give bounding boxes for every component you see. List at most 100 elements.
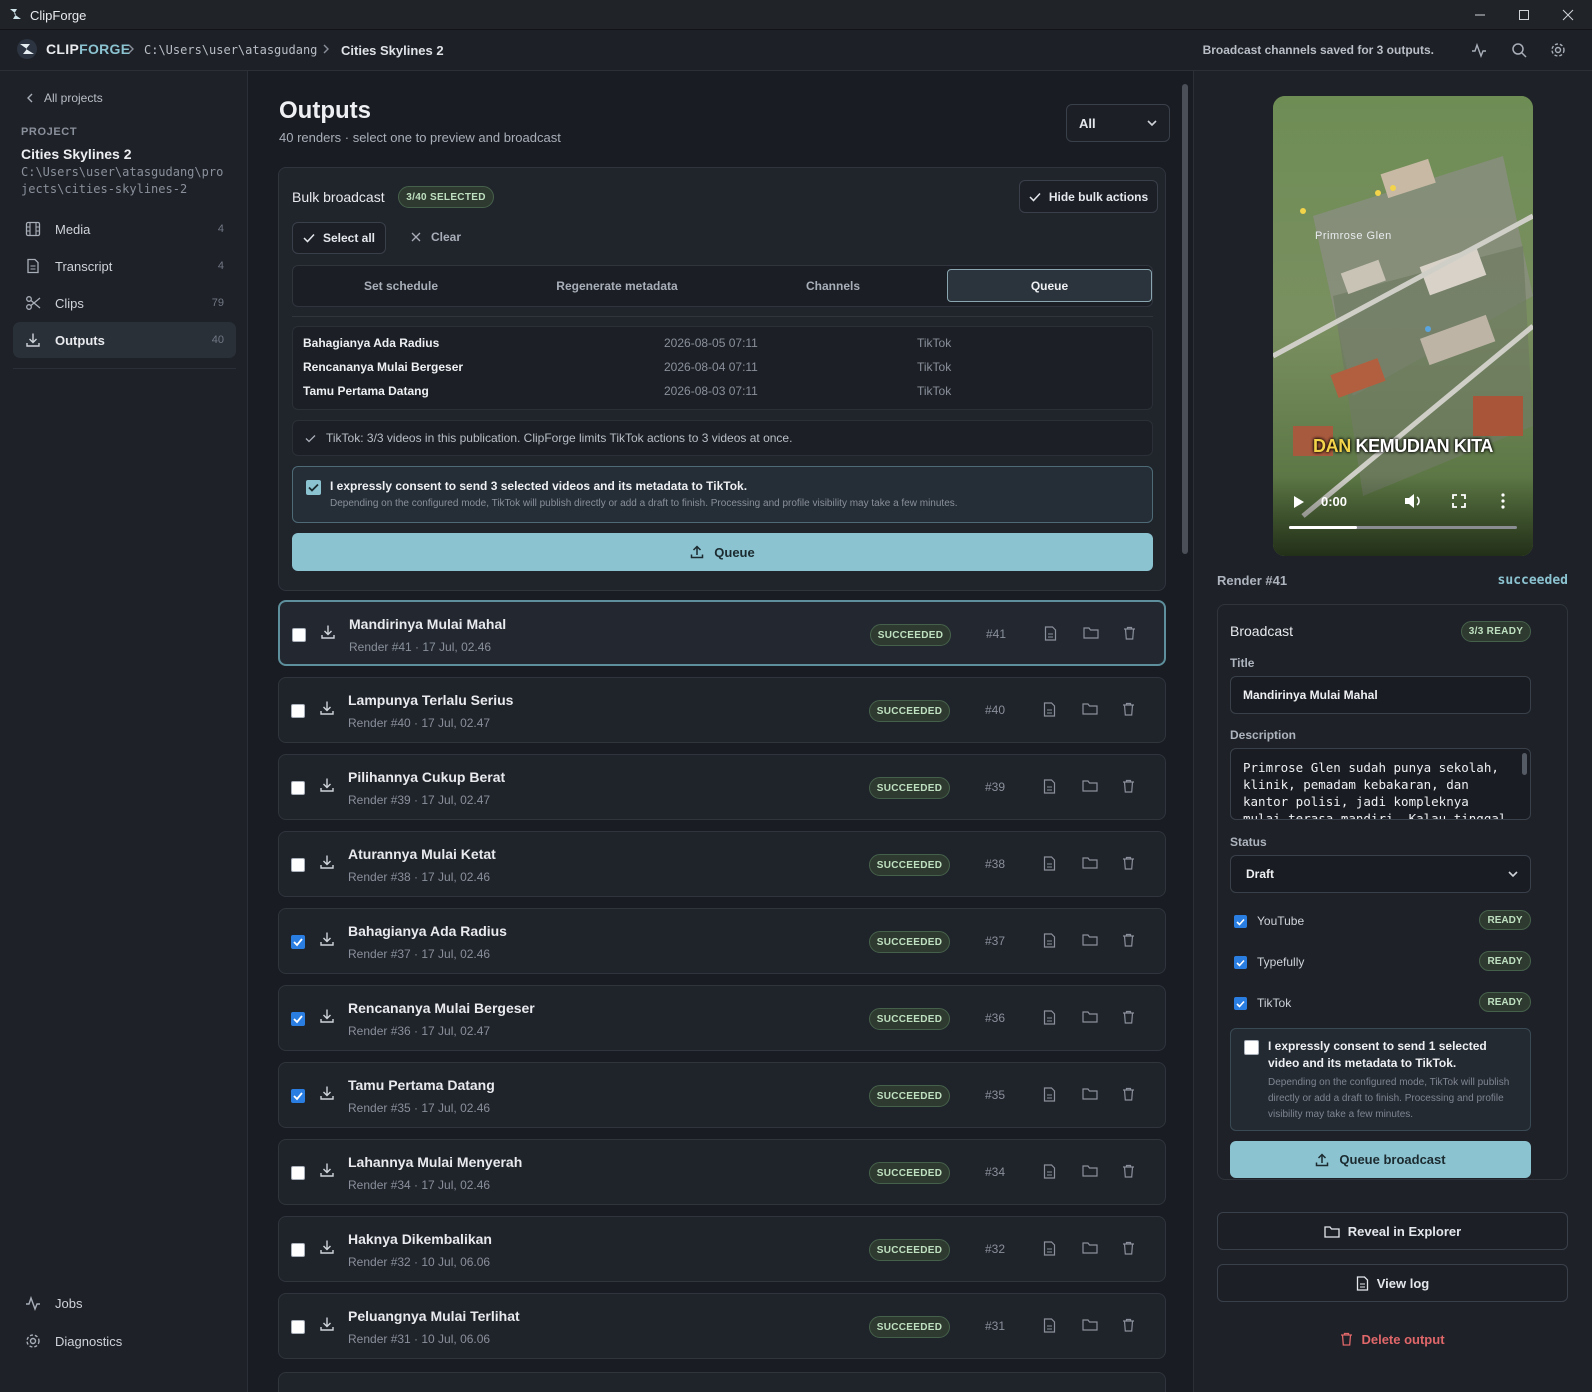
activity-icon[interactable] [1471, 42, 1487, 58]
channel-checkbox[interactable] [1234, 915, 1247, 928]
table-row[interactable]: Lahannya Mulai Menyerah Render #34 · 17 … [278, 1139, 1166, 1205]
trash-icon[interactable] [1122, 933, 1135, 947]
tab-channels[interactable]: Channels [725, 266, 941, 306]
table-row[interactable]: Lampunya Terlalu Serius Render #40 · 17 … [278, 677, 1166, 743]
folder-icon[interactable] [1082, 1164, 1098, 1177]
breadcrumb-path[interactable]: C:\Users\user\atasgudang [144, 43, 317, 57]
gear-icon[interactable] [1550, 42, 1566, 58]
trash-icon[interactable] [1122, 1010, 1135, 1024]
document-icon[interactable] [1043, 779, 1056, 794]
document-icon[interactable] [1044, 626, 1057, 641]
sidebar-item-media[interactable]: Media 4 [13, 211, 236, 247]
sidebar-item-transcript[interactable]: Transcript 4 [13, 248, 236, 284]
row-checkbox[interactable] [291, 935, 305, 949]
bulk-consent-checkbox[interactable] [306, 480, 321, 495]
table-row[interactable]: Pilihannya Cukup Berat Render #39 · 17 J… [278, 754, 1166, 820]
bulk-queue-button[interactable]: Queue [292, 533, 1153, 571]
channel-checkbox[interactable] [1234, 997, 1247, 1010]
back-all-projects-link[interactable]: All projects [26, 91, 103, 105]
video-preview[interactable]: Primrose Glen DAN KEMUDIAN KITA 0:00 [1273, 96, 1533, 556]
trash-icon[interactable] [1122, 1318, 1135, 1332]
sidebar-item-diagnostics[interactable]: Diagnostics [13, 1323, 236, 1359]
download-icon[interactable] [320, 624, 336, 640]
table-row[interactable]: Aturannya Mulai Ketat Render #38 · 17 Ju… [278, 831, 1166, 897]
row-checkbox[interactable] [291, 704, 305, 718]
trash-icon[interactable] [1123, 626, 1136, 640]
document-icon[interactable] [1043, 1241, 1056, 1256]
tab-queue[interactable]: Queue [947, 269, 1152, 302]
folder-icon[interactable] [1082, 1241, 1098, 1254]
folder-icon[interactable] [1082, 702, 1098, 715]
queue-broadcast-button[interactable]: Queue broadcast [1230, 1141, 1531, 1178]
fullscreen-icon[interactable] [1452, 494, 1466, 508]
row-checkbox[interactable] [292, 628, 306, 642]
view-log-button[interactable]: View log [1217, 1264, 1568, 1302]
title-input[interactable]: Mandirinya Mulai Mahal [1230, 676, 1531, 714]
more-options-icon[interactable] [1501, 493, 1505, 509]
brand[interactable]: CLIPFORGE [16, 38, 130, 60]
download-icon[interactable] [319, 777, 335, 793]
folder-icon[interactable] [1082, 1318, 1098, 1331]
trash-icon[interactable] [1122, 1087, 1135, 1101]
download-icon[interactable] [319, 700, 335, 716]
single-consent-checkbox[interactable] [1244, 1040, 1259, 1055]
download-icon[interactable] [319, 1316, 335, 1332]
document-icon[interactable] [1043, 1164, 1056, 1179]
row-checkbox[interactable] [291, 1243, 305, 1257]
sidebar-item-outputs[interactable]: Outputs 40 [13, 322, 236, 358]
channel-row-youtube[interactable]: YouTube READY [1218, 906, 1558, 936]
table-row[interactable]: Bahagianya Ada Radius Render #37 · 17 Ju… [278, 908, 1166, 974]
tab-set-schedule[interactable]: Set schedule [293, 266, 509, 306]
sidebar-item-jobs[interactable]: Jobs [13, 1285, 236, 1321]
filter-select[interactable]: All [1066, 104, 1170, 142]
scrollbar-thumb[interactable] [1182, 84, 1188, 554]
clear-button[interactable]: Clear [411, 230, 461, 244]
row-checkbox[interactable] [291, 781, 305, 795]
row-checkbox[interactable] [291, 1166, 305, 1180]
close-window-button[interactable] [1546, 0, 1590, 30]
document-icon[interactable] [1043, 1010, 1056, 1025]
video-progress-bar[interactable] [1289, 526, 1517, 529]
download-icon[interactable] [319, 1162, 335, 1178]
folder-icon[interactable] [1082, 856, 1098, 869]
hide-bulk-actions-button[interactable]: Hide bulk actions [1019, 180, 1158, 213]
delete-output-button[interactable]: Delete output [1217, 1327, 1568, 1351]
table-row[interactable]: Mandirinya Mulai Mahal Render #41 · 17 J… [278, 600, 1166, 666]
download-icon[interactable] [319, 1239, 335, 1255]
minimize-button[interactable] [1458, 0, 1502, 30]
reveal-in-explorer-button[interactable]: Reveal in Explorer [1217, 1212, 1568, 1250]
status-select[interactable]: Draft [1230, 855, 1531, 893]
trash-icon[interactable] [1122, 779, 1135, 793]
trash-icon[interactable] [1122, 702, 1135, 716]
trash-icon[interactable] [1122, 1164, 1135, 1178]
channel-row-tiktok[interactable]: TikTok READY [1218, 988, 1558, 1018]
folder-icon[interactable] [1082, 933, 1098, 946]
table-row[interactable] [278, 1372, 1166, 1392]
maximize-button[interactable] [1502, 0, 1546, 30]
document-icon[interactable] [1043, 702, 1056, 717]
document-icon[interactable] [1043, 1318, 1056, 1333]
table-row[interactable]: Rencananya Mulai Bergeser Render #36 · 1… [278, 985, 1166, 1051]
row-checkbox[interactable] [291, 1320, 305, 1334]
download-icon[interactable] [319, 931, 335, 947]
download-icon[interactable] [319, 854, 335, 870]
play-icon[interactable] [1293, 495, 1305, 509]
row-checkbox[interactable] [291, 1089, 305, 1103]
download-icon[interactable] [319, 1008, 335, 1024]
sidebar-item-clips[interactable]: Clips 79 [13, 285, 236, 321]
table-row[interactable]: Tamu Pertama Datang Render #35 · 17 Jul,… [278, 1062, 1166, 1128]
row-checkbox[interactable] [291, 1012, 305, 1026]
document-icon[interactable] [1043, 933, 1056, 948]
search-icon[interactable] [1511, 42, 1527, 58]
channel-checkbox[interactable] [1234, 956, 1247, 969]
table-row[interactable]: Haknya Dikembalikan Render #32 · 10 Jul,… [278, 1216, 1166, 1282]
row-checkbox[interactable] [291, 858, 305, 872]
select-all-button[interactable]: Select all [292, 222, 386, 254]
trash-icon[interactable] [1122, 1241, 1135, 1255]
main-scrollbar[interactable] [1181, 76, 1189, 1392]
channel-row-typefully[interactable]: Typefully READY [1218, 947, 1558, 977]
trash-icon[interactable] [1122, 856, 1135, 870]
table-row[interactable]: Peluangnya Mulai Terlihat Render #31 · 1… [278, 1293, 1166, 1359]
volume-icon[interactable] [1404, 493, 1422, 509]
folder-icon[interactable] [1082, 1010, 1098, 1023]
